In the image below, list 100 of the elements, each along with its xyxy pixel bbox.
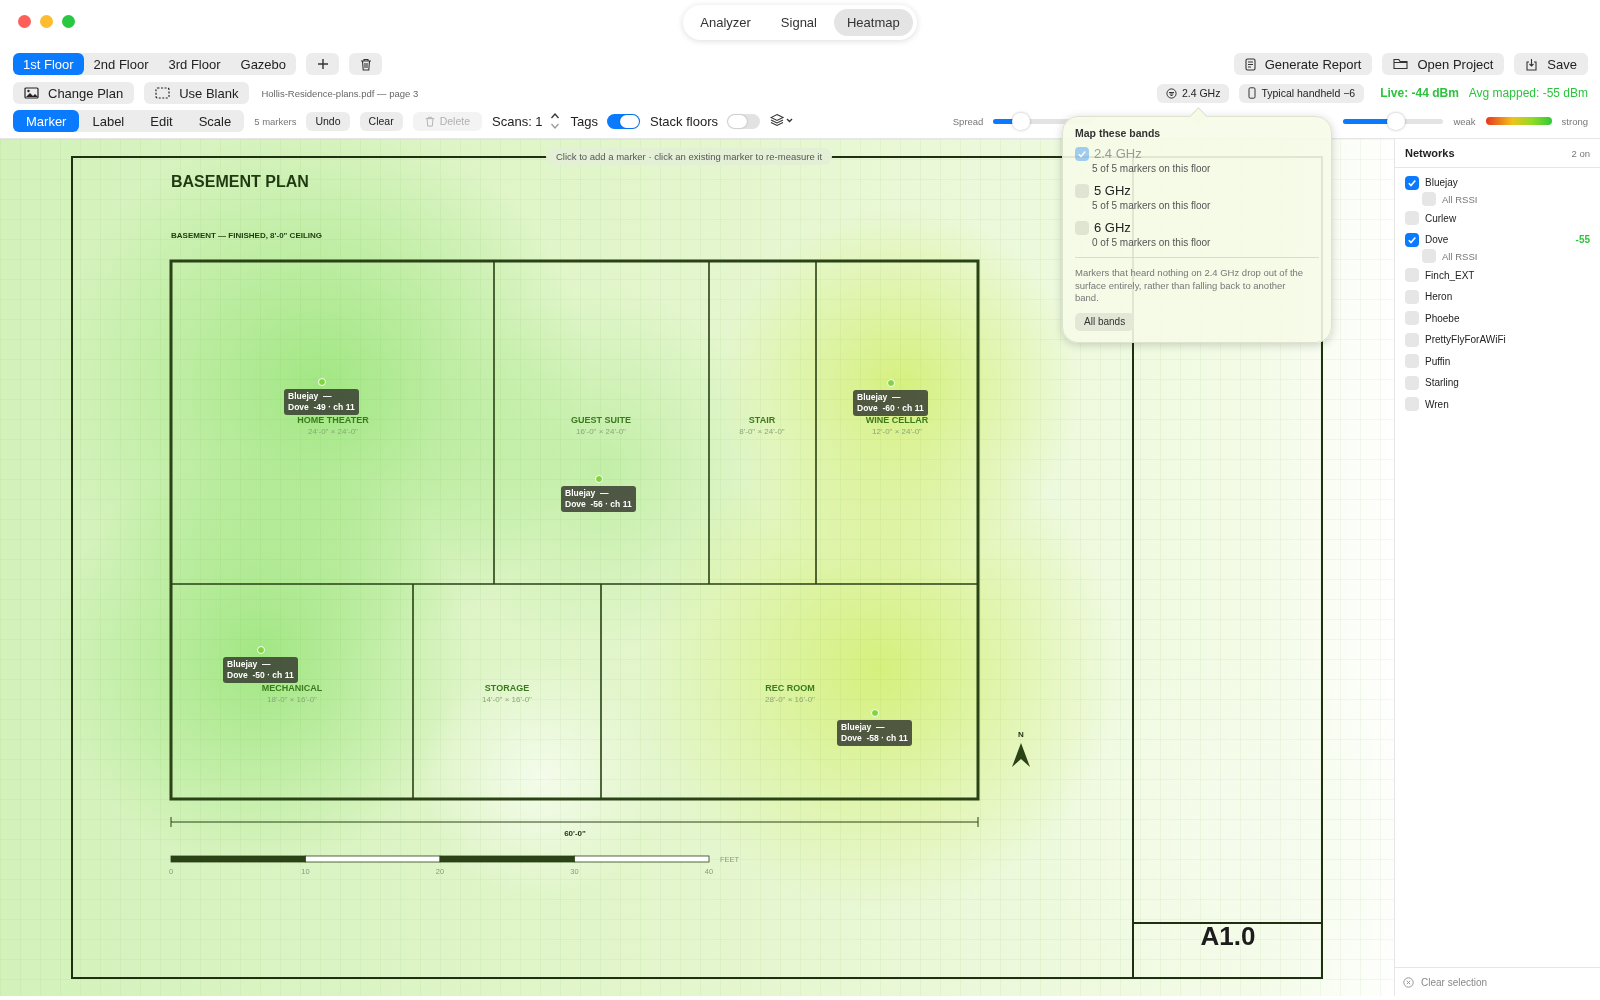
project-button[interactable]: Generate Report bbox=[1233, 53, 1373, 75]
mode-tab[interactable]: Analyzer bbox=[687, 8, 764, 36]
band-label: 6 GHz bbox=[1094, 220, 1131, 235]
delete-floor-button[interactable] bbox=[349, 53, 383, 75]
checkmark-icon bbox=[1077, 148, 1087, 159]
band-marker-count: 5 of 5 markers on this floor bbox=[1092, 163, 1212, 174]
network-checkbox[interactable] bbox=[1405, 332, 1419, 347]
band-marker-count: 0 of 5 markers on this floor bbox=[1092, 237, 1212, 248]
plan-button[interactable]: Use Blank bbox=[144, 82, 250, 104]
network-rssi: -55 bbox=[1575, 234, 1590, 246]
network-name: Curlew bbox=[1425, 212, 1458, 224]
floor-tab[interactable]: Gazebo bbox=[230, 53, 297, 75]
network-checkbox[interactable] bbox=[1405, 289, 1419, 304]
room-size: 12'-0" × 24'-0" bbox=[872, 427, 922, 436]
project-button[interactable]: Save bbox=[1514, 53, 1588, 75]
canvas-hint: Click to add a marker · click an existing marker to re-measure it bbox=[546, 148, 833, 165]
rssi-option-label: All RSSI bbox=[1442, 250, 1478, 262]
marker-tag: Bluejay — Dove -56 · ch 11 bbox=[561, 486, 636, 512]
room-size: 18'-0" × 16'-0" bbox=[267, 695, 317, 704]
slider-thumb[interactable] bbox=[1012, 112, 1031, 130]
minimize-button[interactable] bbox=[40, 15, 53, 28]
room-label: WINE CELLAR bbox=[865, 415, 929, 425]
all-bands-button[interactable]: All bands bbox=[1075, 312, 1135, 331]
network-checkbox[interactable] bbox=[1405, 375, 1419, 390]
checkmark-icon bbox=[1407, 234, 1417, 245]
network-name: Finch_EXT bbox=[1425, 269, 1476, 281]
add-floor-button[interactable] bbox=[306, 53, 340, 75]
marker-dot[interactable] bbox=[257, 646, 265, 654]
network-checkbox[interactable] bbox=[1405, 232, 1419, 247]
floor-tab[interactable]: 3rd Floor bbox=[158, 53, 231, 75]
room-size: 16'-0" × 24'-0" bbox=[576, 427, 626, 436]
band-label: 2.4 GHz bbox=[1094, 146, 1142, 161]
trash-icon bbox=[424, 115, 435, 127]
network-checkbox[interactable] bbox=[1405, 211, 1419, 226]
plan-title: BASEMENT PLAN bbox=[171, 173, 309, 190]
legend-weak-label: weak bbox=[1453, 115, 1476, 127]
plan-button[interactable]: Change Plan bbox=[13, 82, 135, 104]
tool-tab[interactable]: Label bbox=[79, 110, 138, 132]
toggle-switch[interactable] bbox=[607, 113, 641, 129]
close-button[interactable] bbox=[18, 15, 31, 28]
plan-subtitle: BASEMENT — FINISHED, 8'-0" CEILING bbox=[171, 231, 323, 240]
clear-selection-button[interactable]: Clear selection bbox=[1403, 976, 1488, 988]
popover-note: Markers that heard nothing on 2.4 GHz drop out of the surface entirely, rather than falling back to another band. bbox=[1075, 267, 1305, 305]
network-checkbox[interactable] bbox=[1405, 268, 1419, 283]
toggle-label: Stack floors bbox=[650, 113, 718, 129]
rssi-checkbox[interactable] bbox=[1422, 192, 1436, 206]
room-size: 28'-0" × 16'-0" bbox=[765, 695, 815, 704]
marker-tag: Bluejay — Dove -49 · ch 11 bbox=[284, 389, 359, 415]
popover-title: Map these bands bbox=[1075, 127, 1162, 139]
tool-tab[interactable]: Scale bbox=[185, 110, 245, 132]
scans-label: Scans: 1 bbox=[492, 113, 543, 129]
image-icon bbox=[24, 87, 39, 99]
marker-dot[interactable] bbox=[871, 709, 879, 717]
band-button[interactable]: 2.4 GHz bbox=[1156, 83, 1230, 103]
marker-dot[interactable] bbox=[318, 378, 326, 386]
clear-icon bbox=[1403, 976, 1414, 988]
slider-thumb[interactable] bbox=[1387, 112, 1406, 130]
rssi-option-label: All RSSI bbox=[1442, 193, 1478, 205]
network-checkbox[interactable] bbox=[1405, 354, 1419, 369]
marker-count: 5 markers bbox=[254, 115, 297, 127]
network-name: Starling bbox=[1425, 377, 1460, 389]
checkmark-icon bbox=[1407, 177, 1417, 188]
network-checkbox[interactable] bbox=[1405, 311, 1419, 326]
room-label: MECHANICAL bbox=[261, 683, 323, 693]
rssi-checkbox[interactable] bbox=[1422, 249, 1436, 263]
marker-dot[interactable] bbox=[595, 475, 603, 483]
layers-menu-button[interactable] bbox=[770, 113, 794, 129]
room-size: 14'-0" × 16'-0" bbox=[482, 695, 532, 704]
toggle-label: Tags bbox=[570, 113, 599, 129]
mode-tab[interactable]: Signal bbox=[767, 8, 830, 36]
plan-filename: Hollis-Residence-plans.pdf — page 3 bbox=[261, 87, 419, 99]
stepper-icon[interactable] bbox=[548, 111, 561, 131]
tool-tab[interactable]: Marker bbox=[13, 110, 80, 132]
avg-mapped-reading: Avg mapped: -55 dBm bbox=[1468, 86, 1588, 100]
sheet-number: A1.0 bbox=[1200, 921, 1256, 951]
room-label: GUEST SUITE bbox=[571, 415, 631, 425]
floor-tab[interactable]: 1st Floor bbox=[13, 53, 84, 75]
network-name: Heron bbox=[1425, 291, 1454, 303]
action-button[interactable]: Undo bbox=[306, 111, 350, 131]
device-button[interactable]: Typical handheld −6 bbox=[1239, 83, 1365, 103]
tool-tab[interactable]: Edit bbox=[137, 110, 186, 132]
live-reading: Live: -44 dBm bbox=[1380, 86, 1459, 100]
project-button[interactable]: Open Project bbox=[1382, 53, 1505, 75]
floor-tab[interactable]: 2nd Floor bbox=[83, 53, 159, 75]
marker-dot[interactable] bbox=[887, 379, 895, 387]
document-icon bbox=[1244, 57, 1256, 71]
zoom-button[interactable] bbox=[62, 15, 75, 28]
network-checkbox[interactable] bbox=[1405, 397, 1419, 412]
room-label: HOME THEATER bbox=[297, 415, 369, 425]
toggle-switch[interactable] bbox=[727, 113, 760, 129]
action-button[interactable]: Clear bbox=[359, 111, 403, 131]
network-name: Wren bbox=[1425, 398, 1450, 410]
network-checkbox[interactable] bbox=[1405, 175, 1419, 190]
network-name: Phoebe bbox=[1425, 312, 1461, 324]
download-icon bbox=[1525, 57, 1539, 71]
mode-tab[interactable]: Heatmap bbox=[834, 8, 913, 36]
trash-icon bbox=[359, 57, 372, 71]
north-arrow-icon bbox=[1012, 743, 1030, 767]
room-size: 24'-0" × 24'-0" bbox=[308, 427, 358, 436]
slider[interactable] bbox=[1343, 112, 1444, 130]
